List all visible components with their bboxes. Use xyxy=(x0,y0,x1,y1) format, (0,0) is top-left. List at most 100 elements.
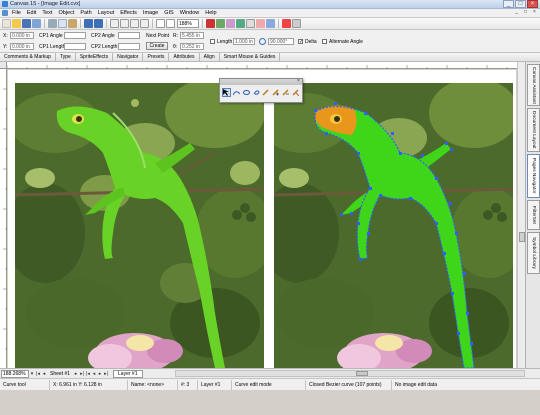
doc-minimize-button[interactable]: _ xyxy=(513,10,520,16)
zoom-field[interactable]: 188% xyxy=(177,19,199,28)
toolbar-title-bar[interactable]: × xyxy=(220,79,302,85)
ruler-corner[interactable] xyxy=(0,62,7,69)
menu-help[interactable]: Help xyxy=(205,10,216,16)
alternate-angle-checkbox[interactable] xyxy=(322,39,327,44)
tab-document-layout[interactable]: Document Layout xyxy=(527,108,540,152)
minimize-button[interactable]: _ xyxy=(503,0,514,8)
grid-icon[interactable] xyxy=(110,19,119,28)
menu-effects[interactable]: Effects xyxy=(120,10,137,16)
theta-field[interactable]: 0.252 in xyxy=(180,43,204,50)
menu-image[interactable]: Image xyxy=(143,10,158,16)
prev-sheet-icon[interactable]: ◂ xyxy=(41,371,47,377)
image-icon[interactable] xyxy=(236,19,245,28)
edited-photo[interactable] xyxy=(274,83,513,368)
curve-tool-icon[interactable] xyxy=(232,88,241,97)
x-label: X: xyxy=(3,33,8,39)
last-layer-icon[interactable]: ▸| xyxy=(103,371,109,377)
tab-spriteeffects[interactable]: SpriteEffects xyxy=(76,52,114,62)
tab-presets[interactable]: Presets xyxy=(143,52,170,62)
y-field[interactable]: 0.000 in xyxy=(10,43,34,50)
pen-icon[interactable] xyxy=(262,88,271,97)
angle-dial-icon[interactable] xyxy=(259,38,266,45)
delete-point-icon[interactable] xyxy=(281,88,290,97)
horizontal-ruler[interactable] xyxy=(6,62,517,69)
vertical-scrollbar[interactable] xyxy=(517,62,525,368)
select-arrow-icon[interactable] xyxy=(222,88,231,97)
doc-restore-button[interactable]: □ xyxy=(522,10,529,16)
snap-icon[interactable] xyxy=(140,19,149,28)
drawing-canvas[interactable] xyxy=(8,70,516,368)
undo-icon[interactable] xyxy=(84,19,93,28)
zoom-out-icon[interactable] xyxy=(166,19,175,28)
tab-smart-mouse-guides[interactable]: Smart Mouse & Guides xyxy=(220,52,281,62)
tool-icon[interactable] xyxy=(282,19,291,28)
menu-object[interactable]: Object xyxy=(58,10,74,16)
open-icon[interactable] xyxy=(12,19,21,28)
layers-icon[interactable] xyxy=(226,19,235,28)
cp1-angle-field[interactable] xyxy=(64,32,86,39)
x-field[interactable]: 0.000 in xyxy=(10,32,34,39)
menu-edit[interactable]: Edit xyxy=(27,10,36,16)
length-field[interactable]: 1.000 in xyxy=(233,38,255,45)
zoom-in-icon[interactable] xyxy=(156,19,165,28)
cp2-angle-field[interactable] xyxy=(118,32,140,39)
paste-icon[interactable] xyxy=(68,19,77,28)
layer-tab[interactable]: Layer #1 xyxy=(113,369,143,378)
colors-icon[interactable] xyxy=(256,19,265,28)
zoom-combo[interactable]: 188.268% xyxy=(1,369,29,378)
redo-icon[interactable] xyxy=(94,19,103,28)
source-photo[interactable] xyxy=(15,83,264,368)
maximize-button[interactable]: □ xyxy=(515,0,526,8)
document-icon[interactable] xyxy=(2,10,8,16)
doc-close-button[interactable]: × xyxy=(531,10,538,16)
save-icon[interactable] xyxy=(22,19,31,28)
tab-filterset[interactable]: FilterSet xyxy=(527,200,540,230)
copy-icon[interactable] xyxy=(58,19,67,28)
tab-attributes[interactable]: Attributes xyxy=(169,52,200,62)
length-checkbox[interactable] xyxy=(210,39,215,44)
menu-window[interactable]: Window xyxy=(180,10,200,16)
curve-edit-toolbar[interactable]: × xyxy=(219,78,303,103)
menu-gis[interactable]: GIS xyxy=(164,10,173,16)
vertical-ruler[interactable] xyxy=(0,69,7,369)
horizontal-scroll-thumb[interactable] xyxy=(356,371,368,376)
shapes-icon[interactable] xyxy=(216,19,225,28)
print-icon[interactable] xyxy=(32,19,41,28)
freehand-icon[interactable] xyxy=(242,88,251,97)
rulers-icon[interactable] xyxy=(120,19,129,28)
tab-pages-navigator[interactable]: Pages Navigator xyxy=(527,154,540,198)
cp2-length-field[interactable] xyxy=(118,43,140,50)
menu-text[interactable]: Text xyxy=(42,10,52,16)
lasso-icon[interactable] xyxy=(252,88,261,97)
cp1-length-field[interactable] xyxy=(64,43,86,50)
convert-point-icon[interactable] xyxy=(291,88,300,97)
tab-navigator[interactable]: Navigator xyxy=(113,52,144,62)
properties-bar: X: 0.000 in Y: 0.000 in CP1 Angle CP1 Le… xyxy=(0,30,540,53)
y-label: Y: xyxy=(3,44,8,50)
table-icon[interactable] xyxy=(246,19,255,28)
r-field[interactable]: 5.455 in xyxy=(180,32,204,39)
tab-align[interactable]: Align xyxy=(200,52,220,62)
menu-file[interactable]: File xyxy=(12,10,21,16)
cut-icon[interactable] xyxy=(48,19,57,28)
tab-type[interactable]: Type xyxy=(56,52,76,62)
text-icon[interactable] xyxy=(206,19,215,28)
horizontal-scrollbar[interactable] xyxy=(175,370,525,377)
menu-layout[interactable]: Layout xyxy=(98,10,115,16)
guides-icon[interactable] xyxy=(130,19,139,28)
add-point-icon[interactable] xyxy=(271,88,280,97)
close-icon[interactable]: × xyxy=(296,79,301,84)
create-button[interactable]: Create xyxy=(146,42,168,50)
angle-field[interactable]: 90.000° xyxy=(268,38,294,45)
tab-comments-markup[interactable]: Comments & Markup xyxy=(0,52,56,62)
chart-icon[interactable] xyxy=(266,19,275,28)
tab-canvas-assistant[interactable]: Canvas Assistant xyxy=(527,64,540,106)
title-bar: Canvas 15 - [Image Edit.cvx] _ □ × xyxy=(0,0,540,9)
close-button[interactable]: × xyxy=(527,0,538,8)
tab-symbol-library[interactable]: Symbol Library xyxy=(527,232,540,274)
new-icon[interactable] xyxy=(2,19,11,28)
menu-path[interactable]: Path xyxy=(80,10,91,16)
delta-checkbox[interactable]: ✓ xyxy=(298,39,303,45)
options-icon[interactable] xyxy=(292,19,301,28)
sheet-selector[interactable]: Sheet #1 xyxy=(50,371,70,377)
